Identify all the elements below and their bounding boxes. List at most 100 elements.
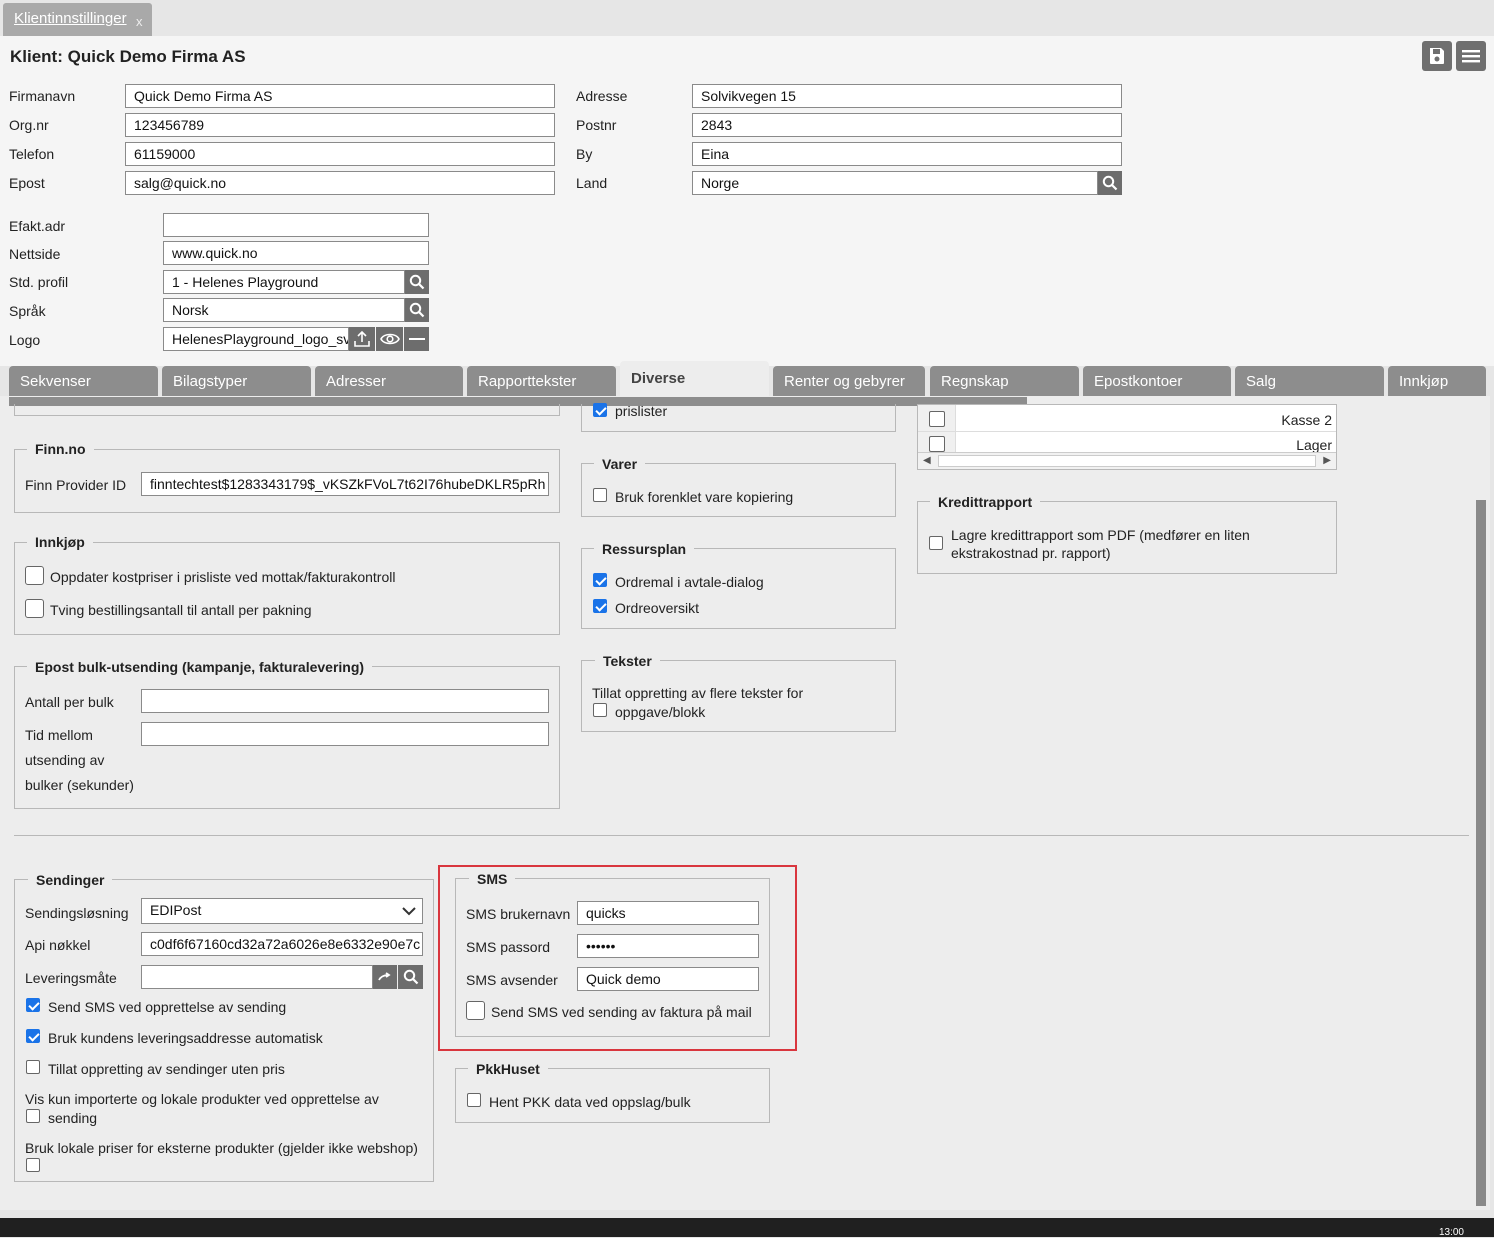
firmanavn-input[interactable]: Quick Demo Firma AS [125,84,555,108]
land-input[interactable]: Norge [692,171,1098,195]
leveringsmate-search-button[interactable] [398,965,423,989]
ressursplan-opt2-checkbox[interactable] [593,599,607,613]
minus-icon [408,338,425,340]
tab-renter-og-gebyrer[interactable]: Renter og gebyrer [773,366,925,396]
sms-brukernavn-label: SMS brukernavn [466,906,571,922]
kredittrapport-opt1-label-2: ekstrakostnad pr. rapport) [951,545,1111,561]
tid-mellom-input[interactable] [141,722,549,746]
tab-epostkontoer[interactable]: Epostkontoer [1083,366,1231,396]
sendinger-opt1-checkbox[interactable] [26,998,40,1012]
sendinger-legend: Sendinger [28,872,113,888]
logo-input[interactable]: HelenesPlayground_logo_sv [163,327,349,351]
tab-bilagstyper[interactable]: Bilagstyper [162,366,311,396]
kredittrapport-opt1-checkbox[interactable] [929,536,943,550]
finn-provider-input[interactable]: finntechtest$1283343179$_vKSZkFVoL7t62I7… [141,472,549,496]
innkjop-opt1-checkbox[interactable] [25,566,44,585]
innkjop-legend: Innkjøp [27,534,93,550]
logo-remove-button[interactable] [404,327,429,351]
innkjop-opt2-checkbox[interactable] [25,599,44,618]
by-input[interactable]: Eina [692,142,1122,166]
tid-mellom-label-3: bulker (sekunder) [25,777,134,793]
logo-label: Logo [9,332,41,348]
telefon-input[interactable]: 61159000 [125,142,555,166]
save-button[interactable] [1422,41,1452,71]
logo-upload-button[interactable] [349,327,375,351]
vertical-scrollbar[interactable] [1476,500,1486,1206]
sms-legend: SMS [469,871,516,887]
ressursplan-legend: Ressursplan [594,541,695,557]
tab-bar [0,0,1494,36]
nettside-input[interactable]: www.quick.no [163,241,429,265]
innkjop-fieldset [14,542,560,635]
ressursplan-opt1-checkbox[interactable] [593,573,607,587]
orgnr-input[interactable]: 123456789 [125,113,555,137]
ressursplan-opt2-label: Ordreoversikt [615,600,700,616]
sendinger-opt3-label: Tillat oppretting av sendinger uten pris [48,1061,285,1077]
prislister-checkbox[interactable] [593,403,607,417]
land-label: Land [576,175,608,191]
epost-input[interactable]: salg@quick.no [125,171,555,195]
tab-sekvenser[interactable]: Sekvenser [9,366,158,396]
pkk-legend: PkkHuset [468,1061,548,1077]
tab-rapporttekster[interactable]: Rapporttekster [467,366,616,396]
sendinger-opt1-label: Send SMS ved opprettelse av sending [48,999,287,1015]
api-nokkel-input[interactable]: c0df6f67160cd32a72a6026e8e6332e90e7c [141,932,423,956]
profil-search-button[interactable] [405,270,429,294]
tab-adresser[interactable]: Adresser [315,366,463,396]
adresse-input[interactable]: Solvikvegen 15 [692,84,1122,108]
menu-button[interactable] [1456,41,1486,71]
tab-salg[interactable]: Salg [1235,366,1384,396]
varer-opt1-checkbox[interactable] [593,488,607,502]
lager-row-label: Lager [1296,437,1332,453]
chevron-down-icon [402,907,416,916]
tekster-opt1-label-1: Tillat oppretting av flere tekster for [592,685,804,701]
leveringsmate-go-button[interactable] [373,965,397,989]
sendinger-opt3-checkbox[interactable] [26,1060,40,1074]
sendingslosning-label: Sendingsløsning [25,905,129,921]
sendingslosning-select[interactable]: EDIPost [141,898,423,924]
innkjop-opt2-label: Tving bestillingsantall til antall per p… [50,602,312,618]
list-horizontal-scrollbar[interactable]: ◀ ▶ [918,452,1336,469]
tekster-legend: Tekster [595,653,660,669]
sms-opt1-checkbox[interactable] [466,1001,485,1020]
prislister-label: prislister [615,403,668,419]
scroll-right-icon[interactable]: ▶ [1323,455,1331,466]
section-divider [14,835,1469,836]
sms-brukernavn-input[interactable]: quicks [577,901,759,925]
hamburger-menu-icon [1462,50,1480,63]
antall-per-bulk-input[interactable] [141,689,549,713]
pkk-opt1-checkbox[interactable] [467,1093,481,1107]
tab-regnskap[interactable]: Regnskap [930,366,1079,396]
upload-icon [354,330,370,347]
sms-avsender-input[interactable]: Quick demo [577,967,759,991]
logo-preview-button[interactable] [376,327,403,351]
tab-innkjop[interactable]: Innkjøp [1388,366,1486,396]
sendinger-opt4-label-2: sending [48,1110,98,1126]
arrow-right-icon [378,972,391,981]
sendinger-opt4-checkbox[interactable] [26,1109,40,1123]
lager-row-checkbox[interactable] [929,436,945,452]
tekster-opt1-checkbox[interactable] [593,703,607,717]
sendinger-opt2-label: Bruk kundens leveringsaddresse automatis… [48,1030,323,1046]
epost-bulk-legend: Epost bulk-utsending (kampanje, faktural… [27,659,373,675]
tab-diverse[interactable]: Diverse [620,361,769,397]
efakt-input[interactable] [163,213,429,237]
os-taskbar: 13:00 [0,1218,1494,1238]
sms-passord-input[interactable]: •••••• [577,934,759,958]
search-icon [409,302,425,318]
land-search-button[interactable] [1098,171,1122,195]
sprak-input[interactable]: Norsk [163,298,405,322]
sendinger-opt5-checkbox[interactable] [26,1158,40,1172]
postnr-input[interactable]: 2843 [692,113,1122,137]
orgnr-label: Org.nr [9,117,49,133]
app-tab-klientinnstillinger[interactable]: Klientinnstillinger x [3,3,152,36]
sendinger-opt2-checkbox[interactable] [26,1029,40,1043]
sprak-search-button[interactable] [405,298,429,322]
app-tab-label[interactable]: Klientinnstillinger [14,10,127,27]
close-icon[interactable]: x [136,14,143,29]
scroll-left-icon[interactable]: ◀ [923,455,931,466]
profil-input[interactable]: 1 - Helenes Playground [163,270,405,294]
leveringsmate-input[interactable] [141,965,373,989]
kasse-row-checkbox[interactable] [929,411,945,427]
search-icon [1102,175,1118,191]
